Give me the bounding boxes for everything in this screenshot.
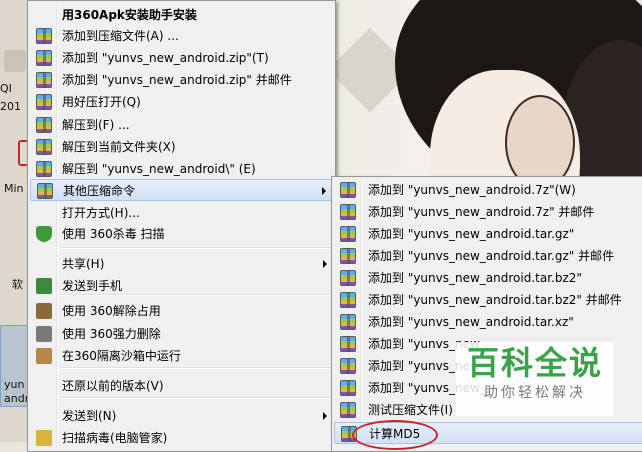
archive-icon (36, 94, 52, 110)
menu-item-label: 发送到(N) (62, 409, 117, 423)
archive-icon (340, 270, 356, 286)
menu-item-2[interactable]: 添加到 "yunvs_new_android.zip"(T) (30, 47, 333, 69)
submenu-item-3[interactable]: 添加到 "yunvs_new_android.tar.gz" 并邮件 (334, 245, 642, 267)
annotation-circle (352, 420, 438, 450)
menu-item-label: 用好压打开(Q) (62, 95, 141, 109)
submenu-item-label: 添加到 "yunvs_new_android.tar.gz" (368, 227, 575, 241)
submenu-item-0[interactable]: 添加到 "yunvs_new_android.7z"(W) (334, 179, 642, 201)
archive-icon (36, 139, 52, 155)
archive-icon (340, 314, 356, 330)
chevron-right-icon (323, 260, 327, 268)
menu-separator (60, 367, 331, 369)
submenu-item-label: 添加到 "yunvs_new_android.tar.bz2" 并邮件 (368, 293, 622, 307)
desktop-app-icon[interactable] (4, 50, 26, 72)
submenu-item-label: 添加到 "yunvs_new_android.7z" 并邮件 (368, 205, 595, 219)
menu-item-label: 用360Apk安装助手安装 (62, 8, 197, 22)
menu-item-label: 使用 360解除占用 (62, 304, 161, 318)
phone-icon (36, 278, 52, 294)
menu-item-1[interactable]: 添加到压缩文件(A) ... (30, 25, 333, 47)
menu-item-label: 使用 360杀毒 扫描 (62, 227, 165, 241)
menu-separator (60, 294, 331, 296)
submenu-item-label: 添加到 "yunvs_new_android.tar.bz2" (368, 271, 582, 285)
sandbox-icon (36, 348, 52, 364)
menu-item-label: 其他压缩命令 (63, 184, 136, 198)
submenu-item-6[interactable]: 添加到 "yunvs_new_android.tar.xz" (334, 311, 642, 333)
unlock-icon (36, 303, 52, 319)
desktop-icon-label: 201 (0, 100, 21, 113)
watermark-subtitle: 助你轻松解决 (484, 385, 586, 401)
archive-icon (340, 336, 356, 352)
menu-item-7[interactable]: 解压到 "yunvs_new_android\" (E) (30, 158, 333, 180)
menu-item-4[interactable]: 用好压打开(Q) (30, 91, 333, 113)
menu-item-label: 添加到 "yunvs_new_android.zip"(T) (62, 51, 269, 65)
menu-item-17[interactable]: 发送到(N) (30, 405, 333, 427)
archive-icon (340, 402, 356, 418)
archive-icon (340, 292, 356, 308)
archive-icon (36, 117, 52, 133)
submenu-item-label: 添加到 "yunvs_new_android.tar.gz" 并邮件 (368, 249, 615, 263)
chevron-right-icon (323, 412, 327, 420)
menu-item-label: 打开方式(H)... (62, 206, 140, 220)
menu-separator (60, 247, 331, 249)
menu-item-14[interactable]: 使用 360强力删除 (30, 323, 333, 345)
menu-item-label: 扫描病毒(电脑管家) (62, 431, 168, 445)
archive-icon (340, 182, 356, 198)
menu-item-9[interactable]: 打开方式(H)... (30, 202, 333, 224)
menu-item-10[interactable]: 使用 360杀毒 扫描 (30, 223, 333, 245)
submenu-item-label: 添加到 "yunvs_new_android.tar.xz" (368, 315, 574, 329)
context-menu: 用360Apk安装助手安装 添加到压缩文件(A) ... 添加到 "yunvs_ne… (27, 0, 336, 452)
submenu-item-label: 测试压缩文件(I) (368, 403, 453, 417)
menu-item-0[interactable]: 用360Apk安装助手安装 (30, 4, 333, 26)
menu-item-label: 解压到当前文件夹(X) (62, 140, 176, 154)
archive-icon (340, 380, 356, 396)
menu-item-18[interactable]: 扫描病毒(电脑管家) (30, 427, 333, 449)
menu-item-label: 添加到压缩文件(A) ... (62, 29, 179, 43)
menu-item-label: 解压到 "yunvs_new_android\" (E) (62, 162, 256, 176)
archive-icon (36, 50, 52, 66)
apk-installer-icon (36, 7, 52, 23)
menu-item-3[interactable]: 添加到 "yunvs_new_android.zip" 并邮件 (30, 69, 333, 91)
submenu-item-1[interactable]: 添加到 "yunvs_new_android.7z" 并邮件 (334, 201, 642, 223)
menu-item-16[interactable]: 还原以前的版本(V) (30, 375, 333, 397)
archive-icon (37, 183, 53, 199)
archive-icon (36, 161, 52, 177)
menu-item-5[interactable]: 解压到(F) ... (30, 114, 333, 136)
menu-item-label: 在360隔离沙箱中运行 (62, 349, 181, 363)
shield-icon (36, 226, 52, 242)
menu-item-6[interactable]: 解压到当前文件夹(X) (30, 136, 333, 158)
archive-icon (340, 248, 356, 264)
archive-icon (36, 28, 52, 44)
virus-scan-icon (36, 430, 52, 446)
menu-separator (60, 397, 331, 399)
menu-item-label: 使用 360强力删除 (62, 327, 161, 341)
archive-icon (340, 358, 356, 374)
desktop-icon-label: QI (0, 82, 12, 95)
archive-icon (340, 204, 356, 220)
shredder-icon (36, 326, 52, 342)
menu-item-13[interactable]: 使用 360解除占用 (30, 300, 333, 322)
watermark: 百科全说 助你轻松解决 (456, 342, 614, 416)
archive-icon (340, 226, 356, 242)
submenu-item-label: 添加到 "yunvs_new_android.7z"(W) (368, 183, 576, 197)
chevron-right-icon (322, 187, 326, 195)
submenu-item-4[interactable]: 添加到 "yunvs_new_android.tar.bz2" (334, 267, 642, 289)
submenu-item-5[interactable]: 添加到 "yunvs_new_android.tar.bz2" 并邮件 (334, 289, 642, 311)
menu-item-8[interactable]: 其他压缩命令 (30, 179, 333, 201)
menu-item-label: 共享(H) (62, 257, 105, 271)
menu-item-11[interactable]: 共享(H) (30, 253, 333, 275)
watermark-title: 百科全说 (466, 344, 603, 382)
menu-item-label: 还原以前的版本(V) (62, 379, 164, 393)
archive-icon (36, 72, 52, 88)
menu-item-15[interactable]: 在360隔离沙箱中运行 (30, 345, 333, 367)
menu-item-label: 解压到(F) ... (62, 118, 130, 132)
submenu-item-2[interactable]: 添加到 "yunvs_new_android.tar.gz" (334, 223, 642, 245)
menu-item-label: 添加到 "yunvs_new_android.zip" 并邮件 (62, 73, 292, 87)
